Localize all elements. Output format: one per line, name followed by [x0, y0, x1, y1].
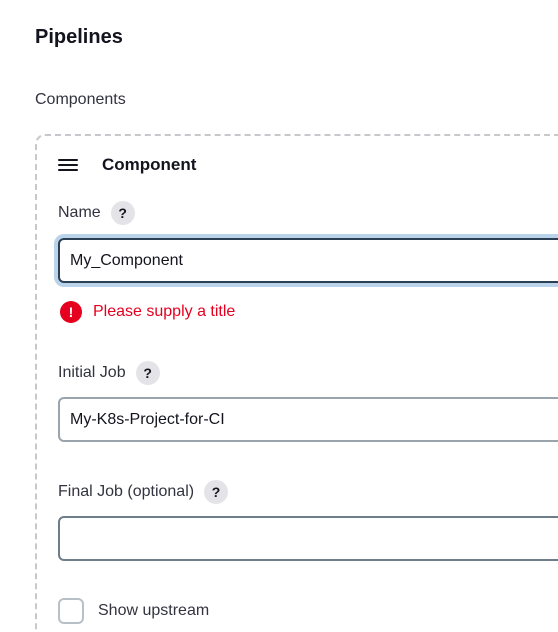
- initial-job-input[interactable]: [58, 397, 558, 442]
- hamburger-drag-icon[interactable]: [58, 157, 78, 173]
- final-job-label-text: Final Job (optional): [58, 483, 195, 500]
- final-job-input[interactable]: [58, 516, 558, 561]
- show-upstream-label: Show upstream: [98, 602, 210, 619]
- component-card-title: Component: [102, 155, 197, 174]
- final-job-field-label: Final Job (optional) ?: [58, 480, 229, 504]
- initial-job-field-label: Initial Job ?: [58, 361, 160, 385]
- initial-job-label-text: Initial Job: [58, 364, 126, 381]
- name-field-label: Name ?: [58, 201, 135, 225]
- components-label: Components: [35, 91, 126, 108]
- error-icon: !: [60, 301, 82, 323]
- final-job-help-icon[interactable]: ?: [204, 480, 229, 504]
- name-error-text: Please supply a title: [93, 303, 236, 320]
- pipelines-page: Pipelines Components Component Name ? ! …: [0, 0, 558, 632]
- name-help-icon[interactable]: ?: [110, 201, 135, 225]
- section-title: Pipelines: [35, 26, 123, 48]
- name-error-message: ! Please supply a title: [60, 301, 235, 323]
- show-upstream-option[interactable]: Show upstream: [58, 598, 209, 624]
- initial-job-help-icon[interactable]: ?: [135, 361, 160, 385]
- component-card-header: Component: [58, 155, 196, 175]
- name-input[interactable]: [58, 238, 558, 283]
- name-label-text: Name: [58, 204, 101, 221]
- show-upstream-checkbox[interactable]: [58, 598, 84, 624]
